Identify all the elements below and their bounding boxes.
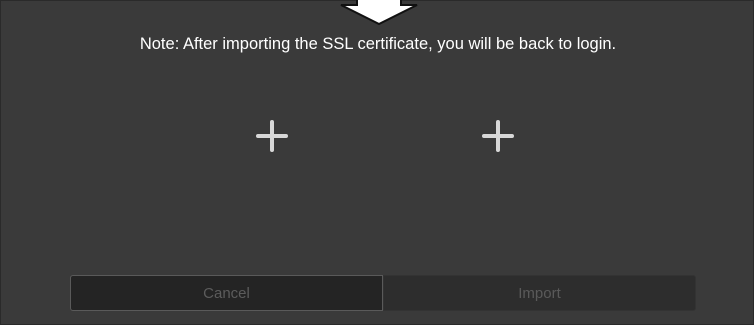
cancel-button[interactable]: Cancel [70,275,383,311]
dialog-buttons: Cancel Import [70,275,696,311]
add-key-slot[interactable] [468,106,528,166]
import-button[interactable]: Import [383,275,696,311]
plus-icon [256,120,288,152]
page: Note: After importing the SSL certificat… [0,0,755,327]
plus-icon [482,120,514,152]
arrow-down-icon [340,0,418,25]
add-certificate-slot[interactable] [242,106,302,166]
ssl-note: Note: After importing the SSL certificat… [139,35,617,53]
import-certificate-dialog: Note: After importing the SSL certificat… [0,0,754,325]
